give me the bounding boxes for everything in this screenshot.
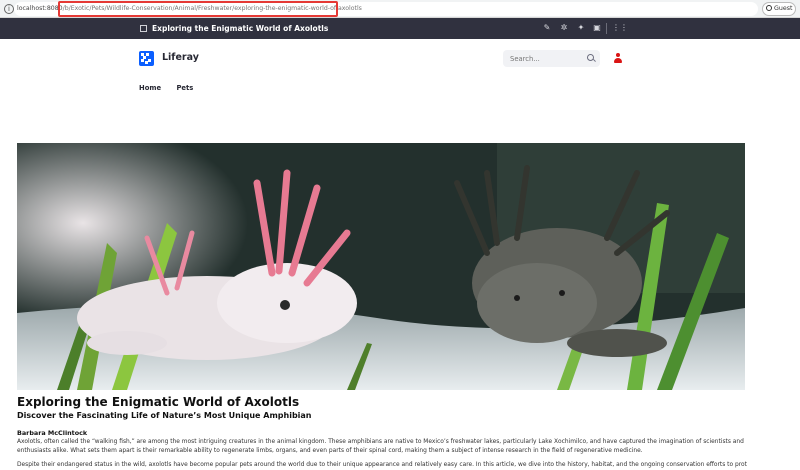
- site-navigation: Home Pets: [139, 84, 206, 92]
- liferay-logo-icon[interactable]: [139, 51, 154, 66]
- control-bar-divider: [606, 23, 607, 34]
- nav-item-pets[interactable]: Pets: [176, 84, 193, 92]
- search-icon[interactable]: [587, 54, 594, 61]
- article-title: Exploring the Enigmatic World of Axolotl…: [17, 395, 300, 409]
- site-name[interactable]: Liferay: [162, 52, 199, 63]
- search-box[interactable]: [503, 50, 600, 67]
- article-paragraph-1: Axolotls, often called the “walking fish…: [17, 439, 744, 454]
- user-icon[interactable]: [613, 53, 623, 64]
- apps-grid-icon[interactable]: ⋮⋮: [612, 22, 628, 34]
- url-highlight-box: [58, 1, 338, 17]
- profile-button[interactable]: Guest: [762, 2, 796, 16]
- compass-icon[interactable]: ✦: [575, 22, 587, 34]
- site-info-icon[interactable]: i: [4, 4, 14, 14]
- axolotls-illustration: [17, 143, 745, 390]
- liferay-control-bar: Exploring the Enigmatic World of Axolotl…: [0, 18, 800, 39]
- article-paragraph-2: Despite their endangered status in the w…: [17, 462, 747, 468]
- user-circle-icon: [766, 5, 772, 11]
- article-author: Barbara McClintock: [17, 429, 88, 437]
- nav-item-home[interactable]: Home: [139, 84, 161, 92]
- product-menu-toggle-icon[interactable]: [140, 25, 147, 32]
- hero-image: [17, 143, 745, 390]
- search-input[interactable]: [503, 50, 583, 67]
- simulation-icon[interactable]: ▣: [591, 22, 603, 34]
- gear-icon[interactable]: ✲: [558, 22, 570, 34]
- article-subtitle: Discover the Fascinating Life of Nature’…: [17, 411, 312, 420]
- pencil-icon[interactable]: ✎: [541, 22, 553, 34]
- url-host: localhost:8080: [17, 5, 63, 12]
- profile-label: Guest: [774, 5, 793, 12]
- browser-toolbar: i localhost:8080/b/Exotic/Pets/Wildlife-…: [0, 0, 800, 18]
- control-bar-title: Exploring the Enigmatic World of Axolotl…: [152, 24, 329, 33]
